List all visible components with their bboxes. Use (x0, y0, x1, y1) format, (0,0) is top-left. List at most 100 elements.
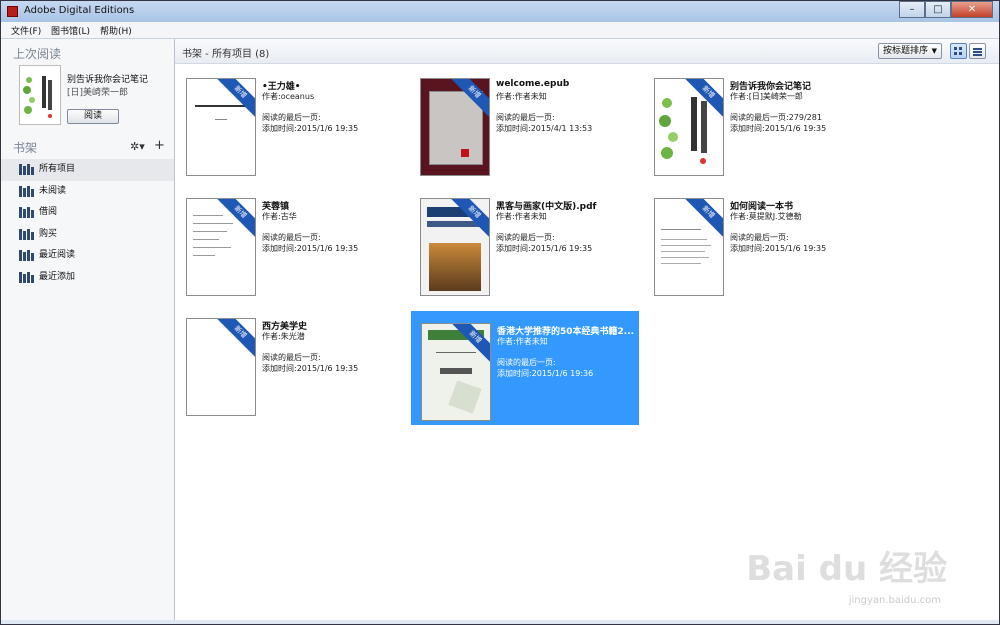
book-added-time: 添加时间:2015/1/6 19:35 (262, 124, 359, 133)
sort-dropdown[interactable]: 按标题排序 ▼ (878, 43, 942, 59)
grid-view-icon (954, 47, 963, 55)
library-header: 书架 - 所有项目 (8) 按标题排序 ▼ (175, 39, 999, 64)
book-title: 黑客与画家(中文版).pdf (496, 202, 597, 211)
book-author: 作者:莫提默J.艾德勒 (730, 212, 802, 221)
chevron-down-icon: ▼ (931, 47, 937, 55)
book-info: 香港大学推荐的50本经典书籍2... 作者:作者未知 阅读的最后一页: 添加时间… (497, 324, 637, 379)
gear-icon[interactable]: ✲▾ (130, 140, 145, 153)
book-cover[interactable]: 新增 (420, 78, 490, 176)
book-card[interactable]: 新增 芙蓉镇 作者:古华 阅读的最后一页: 添加时间:2015/1/6 19:3… (176, 186, 404, 300)
book-info: 别告诉我你会记笔记 作者:[日]美崎荣一郎 阅读的最后一页:279/281 添加… (730, 79, 870, 134)
bookshelf-icon (19, 185, 34, 197)
shelf-item-label: 最近阅读 (39, 250, 76, 260)
book-info: 西方美学史 作者:朱光潜 阅读的最后一页: 添加时间:2015/1/6 19:3… (262, 319, 402, 374)
book-author: 作者:作者未知 (496, 212, 547, 221)
book-title: 西方美学史 (262, 322, 308, 331)
sort-label: 按标题排序 (883, 46, 929, 56)
book-cover[interactable]: 新增 (654, 198, 724, 296)
shelf-list: 所有项目 未阅读 借阅 购买 最近阅读 最近添加 (1, 159, 174, 288)
title-bar[interactable]: Adobe Digital Editions – □ ✕ (1, 1, 999, 22)
app-logo-icon (7, 6, 18, 17)
book-cover[interactable]: 新增 (186, 318, 256, 416)
shelf-item-label: 购买 (39, 228, 58, 239)
book-info: 芙蓉镇 作者:古华 阅读的最后一页: 添加时间:2015/1/6 19:35 (262, 199, 402, 254)
book-title: welcome.epub (496, 79, 570, 89)
shelf-item-label: 借阅 (39, 207, 58, 217)
book-info: 黑客与画家(中文版).pdf 作者:作者未知 阅读的最后一页: 添加时间:201… (496, 199, 636, 254)
book-card[interactable]: 新增 黑客与画家(中文版).pdf 作者:作者未知 阅读的最后一页: 添加时间:… (410, 186, 638, 300)
book-author: 作者:oceanus (262, 92, 315, 101)
app-window: Adobe Digital Editions – □ ✕ 文件(F) 图书馆(L… (0, 0, 1000, 625)
window-title: Adobe Digital Editions (24, 5, 135, 16)
book-cover[interactable]: 新增 (186, 198, 256, 296)
book-cover[interactable]: 新增 (186, 78, 256, 176)
bookshelf-icon (19, 207, 34, 218)
bookshelf-icon (19, 271, 34, 283)
notes-cover-art-icon (23, 76, 52, 118)
book-card[interactable]: 新增 西方美学史 作者:朱光潜 阅读的最后一页: 添加时间:2015/1/6 1… (176, 306, 404, 420)
book-cover[interactable]: 新增 (654, 78, 724, 176)
book-card[interactable]: 新增 welcome.epub 作者:作者未知 阅读的最后一页: 添加时间:20… (410, 66, 638, 180)
book-added-time: 添加时间:2015/1/6 19:36 (497, 369, 594, 378)
book-last-page: 阅读的最后一页: (496, 233, 555, 242)
new-badge: 新增 (448, 199, 489, 238)
last-read-heading: 上次阅读 (13, 47, 62, 61)
last-read-title: 别告诉我你会记笔记 (67, 75, 149, 85)
thumbnail-view-button[interactable] (950, 43, 967, 59)
menu-bar: 文件(F) 图书馆(L) 帮助(H) (1, 22, 999, 39)
shelf-item-recently-added[interactable]: 最近添加 (1, 267, 174, 289)
new-badge: 新增 (682, 199, 723, 238)
minimize-button[interactable]: – (899, 1, 925, 18)
book-last-page: 阅读的最后一页: (262, 353, 321, 362)
shelf-item-borrowed[interactable]: 借阅 (1, 202, 174, 224)
book-added-time: 添加时间:2015/1/6 19:35 (496, 244, 593, 253)
menu-library[interactable]: 图书馆(L) (51, 24, 90, 37)
book-added-time: 添加时间:2015/1/6 19:35 (730, 244, 827, 253)
book-card[interactable]: 新增 如何阅读一本书 作者:莫提默J.艾德勒 阅读的最后一页: 添加时间:201… (644, 186, 872, 300)
book-author: 作者:古华 (262, 212, 297, 221)
shelf-item-purchased[interactable]: 购买 (1, 224, 174, 246)
shelf-item-label: 所有项目 (39, 164, 76, 174)
shelf-item-unread[interactable]: 未阅读 (1, 181, 174, 203)
book-added-time: 添加时间:2015/4/1 13:53 (496, 124, 593, 133)
book-title: 如何阅读一本书 (730, 202, 794, 211)
book-last-page: 阅读的最后一页:279/281 (730, 113, 822, 122)
watermark-logo: Bai du 经验 (746, 549, 947, 589)
book-cover[interactable]: 新增 (421, 323, 491, 421)
shelf-item-label: 未阅读 (39, 185, 67, 196)
book-card[interactable]: 新增 •王力雄• 作者:oceanus 阅读的最后一页: 添加时间:2015/1… (176, 66, 404, 180)
new-badge: 新增 (214, 79, 255, 118)
close-button[interactable]: ✕ (951, 1, 993, 18)
book-info: 如何阅读一本书 作者:莫提默J.艾德勒 阅读的最后一页: 添加时间:2015/1… (730, 199, 870, 254)
list-view-button[interactable] (969, 43, 986, 59)
menu-file[interactable]: 文件(F) (11, 24, 41, 37)
new-badge: 新增 (449, 324, 490, 363)
sidebar: 上次阅读 别告诉我你会记笔记 [日]美崎荣一郎 阅读 书架 ✲▾ + 所有项目 … (1, 39, 175, 620)
watermark-url: jingyan.baidu.com (848, 595, 941, 606)
shelf-item-all[interactable]: 所有项目 (1, 159, 174, 181)
bookshelf-heading: 书架 (13, 141, 38, 155)
book-added-time: 添加时间:2015/1/6 19:35 (730, 124, 827, 133)
bookshelf-icon (19, 228, 34, 240)
book-card[interactable]: 新增 别告诉我你会记笔记 作者:[日]美崎荣一郎 阅读的最后一页:279/281… (644, 66, 872, 180)
book-cover[interactable]: 新增 (420, 198, 490, 296)
maximize-button[interactable]: □ (925, 1, 951, 18)
new-badge: 新增 (214, 319, 255, 358)
add-shelf-icon[interactable]: + (154, 138, 165, 153)
book-title: 香港大学推荐的50本经典书籍2... (497, 327, 635, 336)
book-title: •王力雄• (262, 82, 301, 91)
book-info: •王力雄• 作者:oceanus 阅读的最后一页: 添加时间:2015/1/6 … (262, 79, 402, 134)
book-last-page: 阅读的最后一页: (497, 358, 556, 367)
library-main: 书架 - 所有项目 (8) 按标题排序 ▼ 新增 •王力雄• 作者:oceanu… (175, 39, 999, 620)
last-read-cover[interactable] (19, 65, 61, 125)
menu-help[interactable]: 帮助(H) (100, 24, 132, 37)
bookshelf-icon (19, 164, 34, 175)
read-button[interactable]: 阅读 (67, 109, 119, 124)
book-card-selected[interactable]: 新增 香港大学推荐的50本经典书籍2... 作者:作者未知 阅读的最后一页: 添… (411, 311, 639, 425)
book-title: 别告诉我你会记笔记 (730, 82, 812, 91)
shelf-item-recently-read[interactable]: 最近阅读 (1, 245, 174, 267)
book-last-page: 阅读的最后一页: (496, 113, 555, 122)
book-info: welcome.epub 作者:作者未知 阅读的最后一页: 添加时间:2015/… (496, 79, 636, 134)
book-added-time: 添加时间:2015/1/6 19:35 (262, 364, 359, 373)
book-author: 作者:作者未知 (497, 337, 548, 346)
